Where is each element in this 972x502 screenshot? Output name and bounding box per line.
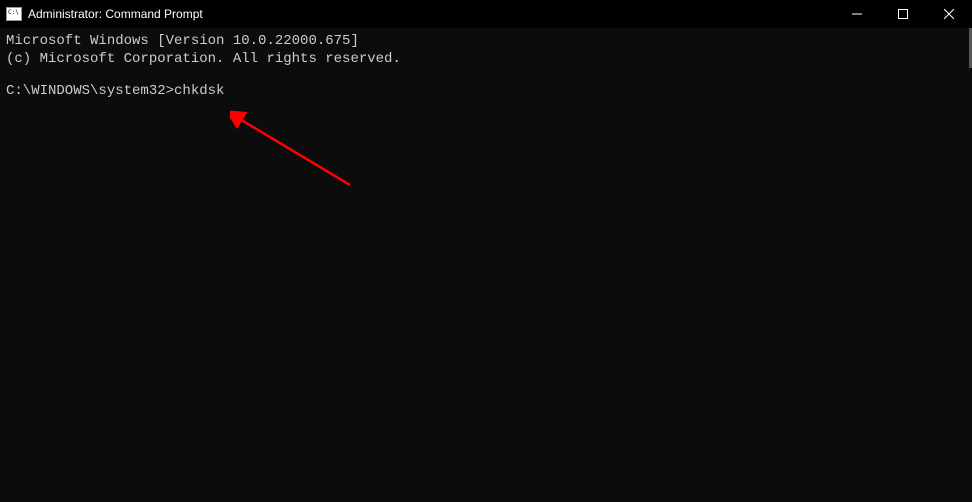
terminal-body[interactable]: Microsoft Windows [Version 10.0.22000.67…: [0, 28, 972, 502]
maximize-button[interactable]: [880, 0, 926, 28]
version-line: Microsoft Windows [Version 10.0.22000.67…: [6, 32, 966, 50]
cmd-app-icon: [6, 7, 22, 21]
maximize-icon: [898, 9, 908, 19]
arrow-annotation: [230, 110, 360, 200]
copyright-line: (c) Microsoft Corporation. All rights re…: [6, 50, 966, 68]
close-button[interactable]: [926, 0, 972, 28]
titlebar-left: Administrator: Command Prompt: [6, 7, 203, 21]
minimize-icon: [852, 9, 862, 19]
window-controls: [834, 0, 972, 28]
window-title: Administrator: Command Prompt: [28, 7, 203, 21]
prompt-text: C:\WINDOWS\system32>: [6, 83, 174, 99]
prompt-line: C:\WINDOWS\system32>chkdsk: [6, 82, 966, 100]
close-icon: [944, 9, 954, 19]
minimize-button[interactable]: [834, 0, 880, 28]
command-text: chkdsk: [174, 83, 224, 99]
titlebar: Administrator: Command Prompt: [0, 0, 972, 28]
